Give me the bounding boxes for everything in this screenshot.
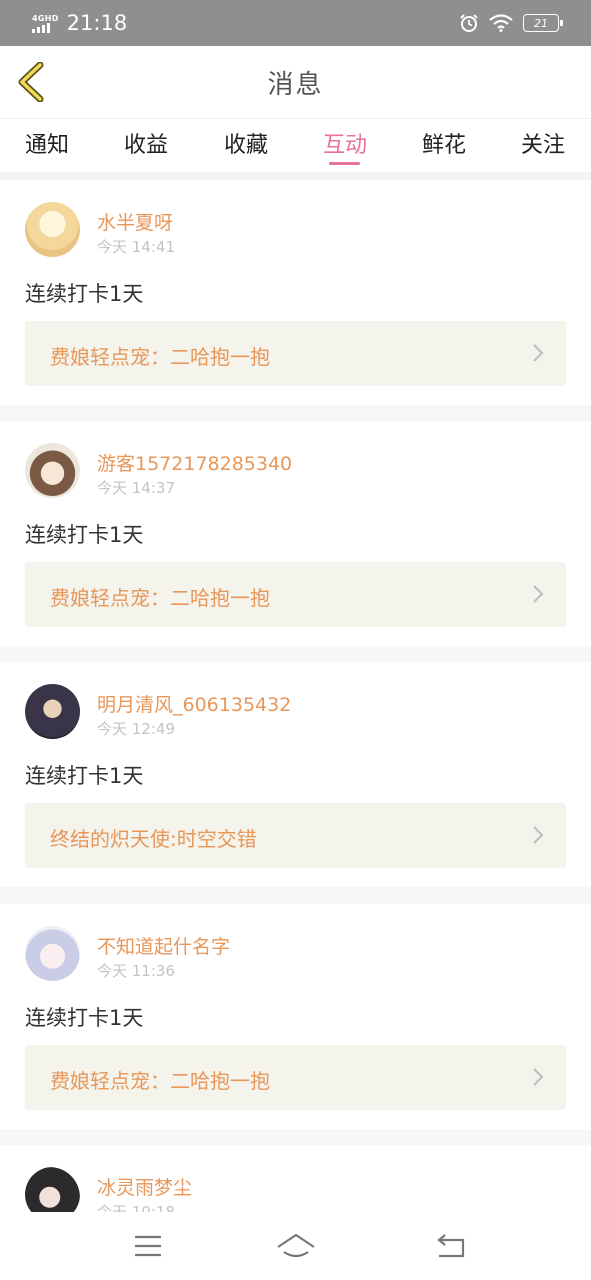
- post-time: 今天 12:49: [97, 720, 175, 738]
- network-type: 4GHD: [32, 13, 59, 23]
- wifi-icon: [489, 14, 513, 32]
- username[interactable]: 不知道起什名字: [97, 932, 230, 959]
- avatar[interactable]: [25, 443, 80, 498]
- chevron-right-icon: [533, 826, 544, 844]
- status-bar: 4GHD 21:18 21: [0, 0, 591, 46]
- battery-level: 21: [534, 16, 548, 30]
- avatar[interactable]: [25, 1167, 80, 1212]
- tab-flowers[interactable]: 鲜花: [422, 127, 466, 159]
- username[interactable]: 游客1572178285340: [97, 449, 292, 476]
- post-text: 连续打卡1天: [25, 764, 144, 788]
- chevron-right-icon: [533, 1068, 544, 1086]
- reference-link[interactable]: 费娘轻点宠：二哈抱一抱: [25, 1045, 566, 1110]
- back-icon[interactable]: [430, 1230, 470, 1262]
- post-time: 今天 10:18: [97, 1203, 175, 1212]
- list-item: 游客1572178285340 今天 14:37 连续打卡1天 费娘轻点宠：二哈…: [0, 421, 591, 646]
- tab-bar: 通知 收益 收藏 互动 鲜花 关注: [0, 118, 591, 172]
- post-text: 连续打卡1天: [25, 523, 144, 547]
- reference-link[interactable]: 费娘轻点宠：二哈抱一抱: [25, 321, 566, 386]
- reference-link[interactable]: 终结的炽天使:时空交错: [25, 803, 566, 868]
- chevron-left-icon[interactable]: [16, 62, 46, 102]
- reference-link[interactable]: 费娘轻点宠：二哈抱一抱: [25, 562, 566, 627]
- list-item: 水半夏呀 今天 14:41 连续打卡1天 费娘轻点宠：二哈抱一抱: [0, 180, 591, 405]
- tab-favorites[interactable]: 收藏: [224, 127, 268, 159]
- clock: 21:18: [66, 11, 128, 35]
- page-title: 消息: [267, 69, 324, 100]
- chevron-right-icon: [533, 585, 544, 603]
- list-item: 明月清风_606135432 今天 12:49 连续打卡1天 终结的炽天使:时空…: [0, 662, 591, 887]
- list-item: 冰灵雨梦尘 今天 10:18: [0, 1145, 591, 1212]
- avatar[interactable]: [25, 684, 80, 739]
- post-time: 今天 14:41: [97, 238, 175, 256]
- status-left: 4GHD 21:18: [32, 11, 127, 35]
- alarm-icon: [460, 14, 478, 32]
- tab-following[interactable]: 关注: [521, 127, 565, 159]
- status-right: 21: [459, 13, 563, 33]
- signal-icon: 4GHD: [32, 14, 59, 33]
- divider: [0, 172, 591, 180]
- reference-title: 费娘轻点宠：二哈抱一抱: [50, 1069, 270, 1093]
- post-time: 今天 11:36: [97, 962, 175, 980]
- tab-interactions[interactable]: 互动: [323, 127, 367, 159]
- username[interactable]: 水半夏呀: [97, 208, 173, 235]
- battery-icon: 21: [523, 14, 563, 32]
- interaction-feed: 水半夏呀 今天 14:41 连续打卡1天 费娘轻点宠：二哈抱一抱 游客15721…: [0, 180, 591, 1212]
- reference-title: 终结的炽天使:时空交错: [50, 827, 257, 851]
- avatar[interactable]: [25, 926, 80, 981]
- username[interactable]: 明月清风_606135432: [97, 690, 291, 717]
- list-item: 不知道起什名字 今天 11:36 连续打卡1天 费娘轻点宠：二哈抱一抱: [0, 904, 591, 1129]
- avatar[interactable]: [25, 202, 80, 257]
- tab-earnings[interactable]: 收益: [124, 127, 168, 159]
- post-text: 连续打卡1天: [25, 282, 144, 306]
- active-tab-indicator: [329, 162, 360, 165]
- header: 消息: [0, 46, 591, 118]
- menu-icon[interactable]: [128, 1230, 168, 1262]
- system-nav-bar: [0, 1212, 591, 1280]
- username[interactable]: 冰灵雨梦尘: [97, 1173, 192, 1200]
- home-icon[interactable]: [276, 1230, 316, 1262]
- reference-title: 费娘轻点宠：二哈抱一抱: [50, 345, 270, 369]
- post-text: 连续打卡1天: [25, 1006, 144, 1030]
- post-time: 今天 14:37: [97, 479, 175, 497]
- tab-notifications[interactable]: 通知: [25, 127, 69, 159]
- chevron-right-icon: [533, 344, 544, 362]
- reference-title: 费娘轻点宠：二哈抱一抱: [50, 586, 270, 610]
